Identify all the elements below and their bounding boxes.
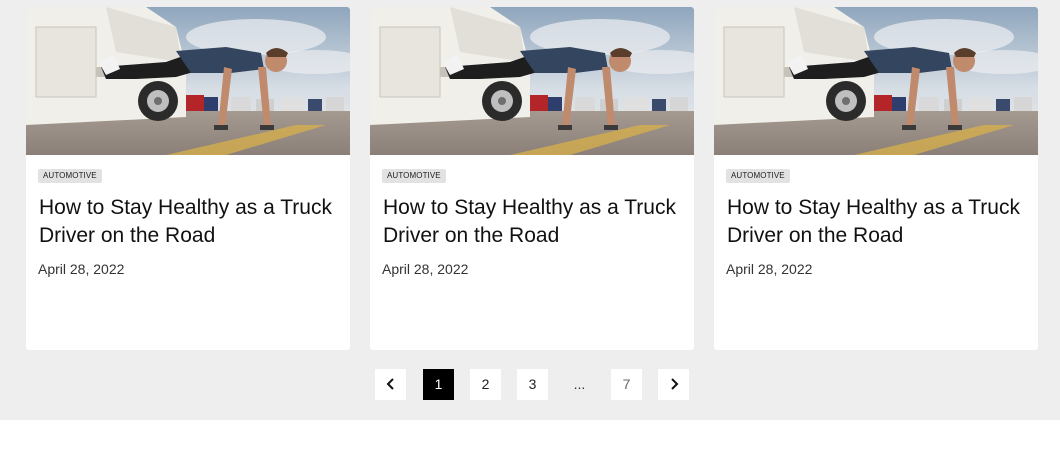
category-badge[interactable]: AUTOMOTIVE xyxy=(726,169,790,183)
article-title[interactable]: How to Stay Healthy as a Truck Driver on… xyxy=(39,194,339,250)
article-card[interactable]: AUTOMOTIVE How to Stay Healthy as a Truc… xyxy=(370,7,694,350)
article-date: April 28, 2022 xyxy=(726,261,813,277)
chevron-right-icon xyxy=(670,378,678,390)
article-card[interactable]: AUTOMOTIVE How to Stay Healthy as a Truc… xyxy=(26,7,350,350)
page-2-button[interactable]: 2 xyxy=(470,369,501,400)
article-title[interactable]: How to Stay Healthy as a Truck Driver on… xyxy=(383,194,683,250)
category-badge[interactable]: AUTOMOTIVE xyxy=(38,169,102,183)
article-title[interactable]: How to Stay Healthy as a Truck Driver on… xyxy=(727,194,1027,250)
pagination-prev-button[interactable] xyxy=(375,369,406,400)
article-date: April 28, 2022 xyxy=(382,261,469,277)
page-3-button[interactable]: 3 xyxy=(517,369,548,400)
page-1-button[interactable]: 1 xyxy=(423,369,454,400)
article-card[interactable]: AUTOMOTIVE How to Stay Healthy as a Truc… xyxy=(714,7,1038,350)
article-thumbnail[interactable] xyxy=(714,7,1038,155)
article-date: April 28, 2022 xyxy=(38,261,125,277)
page-7-button[interactable]: 7 xyxy=(611,369,642,400)
chevron-left-icon xyxy=(386,378,394,390)
pagination-ellipsis: ... xyxy=(573,376,586,392)
article-thumbnail[interactable] xyxy=(370,7,694,155)
article-thumbnail[interactable] xyxy=(26,7,350,155)
category-badge[interactable]: AUTOMOTIVE xyxy=(382,169,446,183)
pagination-next-button[interactable] xyxy=(658,369,689,400)
